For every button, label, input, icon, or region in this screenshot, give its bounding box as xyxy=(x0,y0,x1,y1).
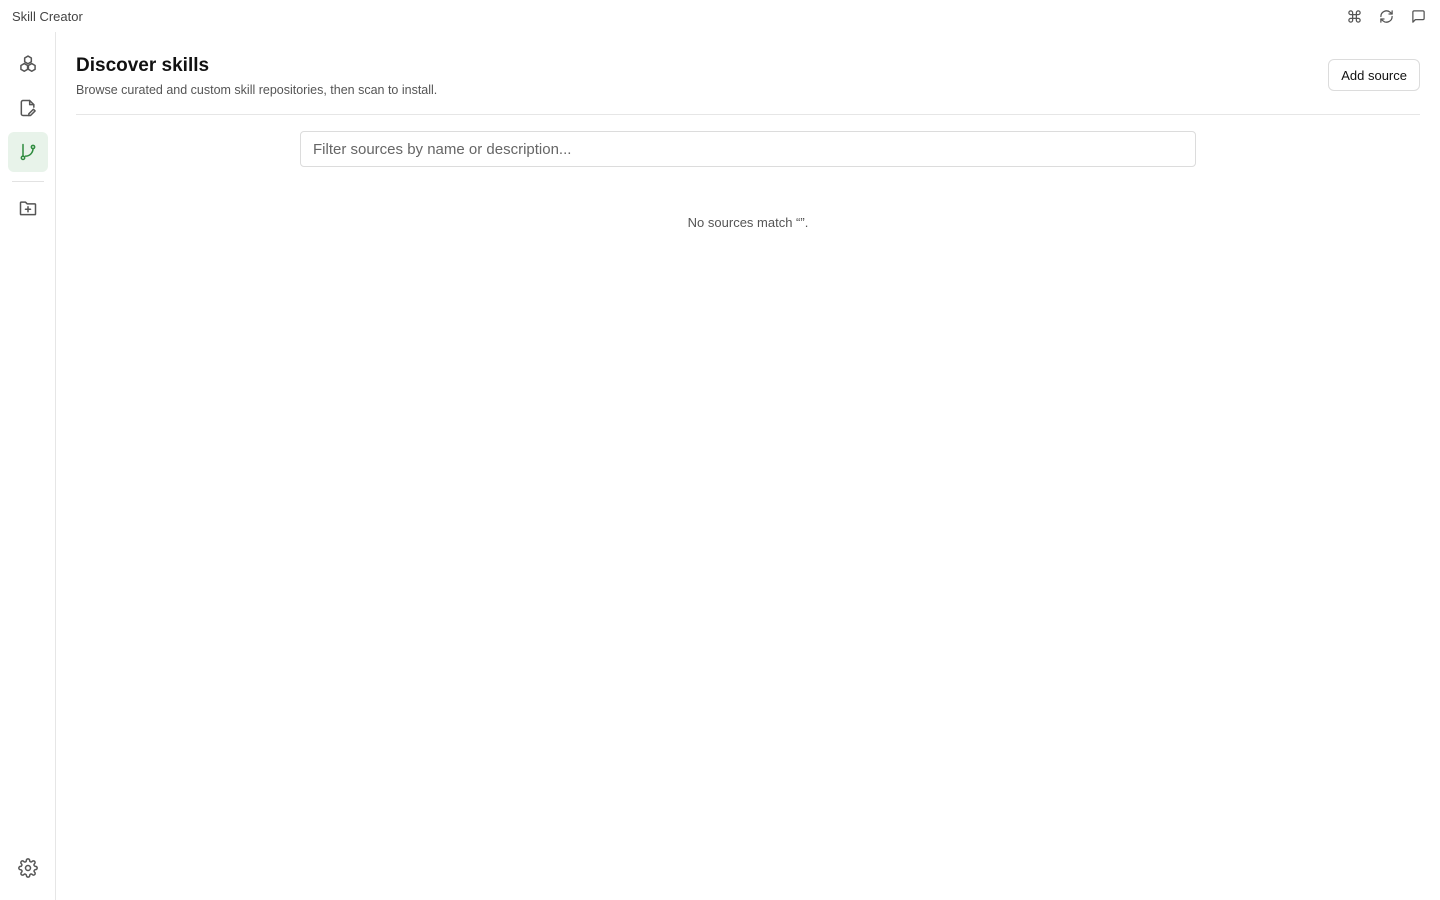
titlebar-actions xyxy=(1344,6,1428,26)
filter-sources-input[interactable] xyxy=(300,131,1196,167)
command-palette-button[interactable] xyxy=(1344,6,1364,26)
sidebar xyxy=(0,32,56,900)
refresh-icon xyxy=(1379,9,1393,23)
empty-state-message: No sources match “”. xyxy=(687,215,809,230)
page-title: Discover skills xyxy=(76,55,210,76)
title-bar: Skill Creator xyxy=(0,0,1440,32)
sidebar-divider xyxy=(12,181,44,182)
main-content: Discover skills Browse curated and custo… xyxy=(56,32,1440,900)
page-subtitle: Browse curated and custom skill reposito… xyxy=(76,83,438,97)
sidebar-item-settings[interactable] xyxy=(8,848,48,888)
command-icon xyxy=(1347,9,1361,23)
search-container xyxy=(300,131,1196,167)
sidebar-item-skills[interactable] xyxy=(8,44,48,84)
feedback-icon xyxy=(1411,9,1425,23)
sidebar-item-editor[interactable] xyxy=(8,88,48,128)
feedback-button[interactable] xyxy=(1408,6,1428,26)
sidebar-item-import[interactable] xyxy=(8,188,48,228)
app-title: Skill Creator xyxy=(12,8,83,24)
settings-gear-icon xyxy=(18,858,38,878)
add-source-button[interactable]: Add source xyxy=(1328,59,1420,91)
sidebar-item-discover[interactable] xyxy=(8,132,48,172)
skills-cubes-icon xyxy=(20,55,36,72)
page-header: Discover skills Browse curated and custo… xyxy=(76,52,1420,115)
git-branch-icon xyxy=(20,143,36,161)
refresh-button[interactable] xyxy=(1376,6,1396,26)
edit-document-icon xyxy=(20,99,36,117)
folder-plus-icon xyxy=(19,201,37,216)
